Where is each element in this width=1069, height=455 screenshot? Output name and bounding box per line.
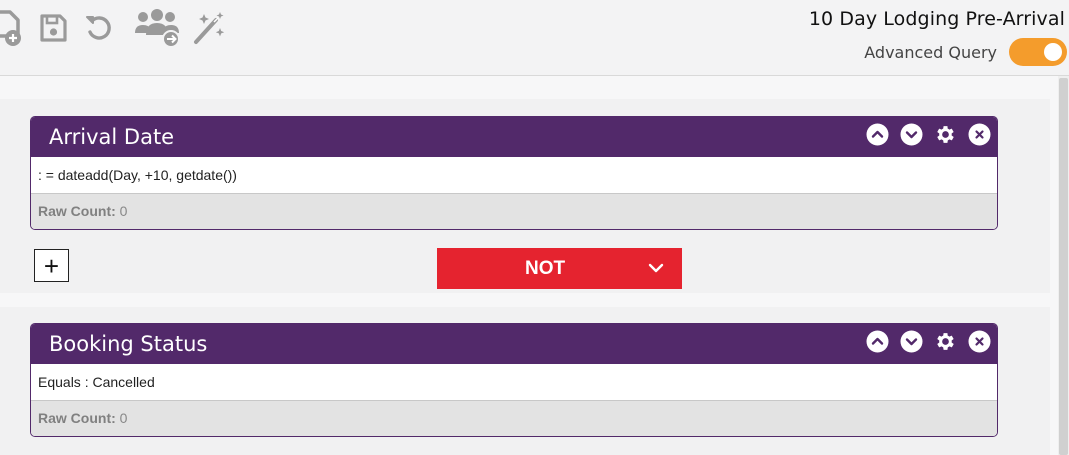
- assign-users-icon[interactable]: [132, 8, 182, 48]
- chevron-down-icon[interactable]: [900, 123, 923, 146]
- query-title: 10 Day Lodging Pre-Arrival: [808, 8, 1065, 30]
- add-query-icon[interactable]: [0, 8, 28, 48]
- chevron-up-icon[interactable]: [866, 123, 889, 146]
- advanced-query-toggle[interactable]: [1009, 38, 1067, 66]
- filter-title: Arrival Date: [49, 125, 175, 149]
- filter-condition: : = dateadd(Day, +10, getdate()): [31, 157, 997, 194]
- filter-card-booking-status: Booking Status Equals : Cancelled Raw Co…: [30, 323, 998, 437]
- add-filter-button[interactable]: +: [34, 249, 69, 282]
- save-icon[interactable]: [33, 8, 73, 48]
- plus-icon: +: [43, 250, 60, 281]
- filter-actions: [866, 330, 991, 353]
- filter-actions: [866, 123, 991, 146]
- advanced-query-label: Advanced Query: [864, 43, 997, 62]
- chevron-down-icon[interactable]: [900, 330, 923, 353]
- operator-label: NOT: [525, 258, 566, 279]
- gear-icon[interactable]: [934, 330, 957, 353]
- filter-condition: Equals : Cancelled: [31, 364, 997, 401]
- toolbar: 10 Day Lodging Pre-Arrival Advanced Quer…: [0, 0, 1069, 76]
- magic-wand-icon[interactable]: [188, 8, 228, 48]
- raw-count-label: Raw Count:: [38, 203, 116, 219]
- close-icon[interactable]: [968, 330, 991, 353]
- close-icon[interactable]: [968, 123, 991, 146]
- filter-card-header: Arrival Date: [31, 117, 997, 157]
- filter-card-arrival-date: Arrival Date : = dateadd(Day, +10, getda…: [30, 116, 998, 230]
- raw-count-value: 0: [119, 410, 128, 426]
- filter-card-header: Booking Status: [31, 324, 997, 364]
- raw-count-label: Raw Count:: [38, 410, 116, 426]
- chevron-down-icon: [648, 260, 664, 281]
- raw-count: Raw Count: 0: [31, 401, 997, 436]
- raw-count-value: 0: [119, 203, 128, 219]
- gear-icon[interactable]: [934, 123, 957, 146]
- operator-dropdown[interactable]: NOT: [437, 248, 682, 289]
- raw-count: Raw Count: 0: [31, 194, 997, 229]
- toggle-knob: [1044, 43, 1062, 61]
- chevron-up-icon[interactable]: [866, 330, 889, 353]
- filter-title: Booking Status: [49, 332, 208, 356]
- scrollbar-thumb[interactable]: [1059, 78, 1068, 455]
- undo-icon[interactable]: [79, 8, 119, 48]
